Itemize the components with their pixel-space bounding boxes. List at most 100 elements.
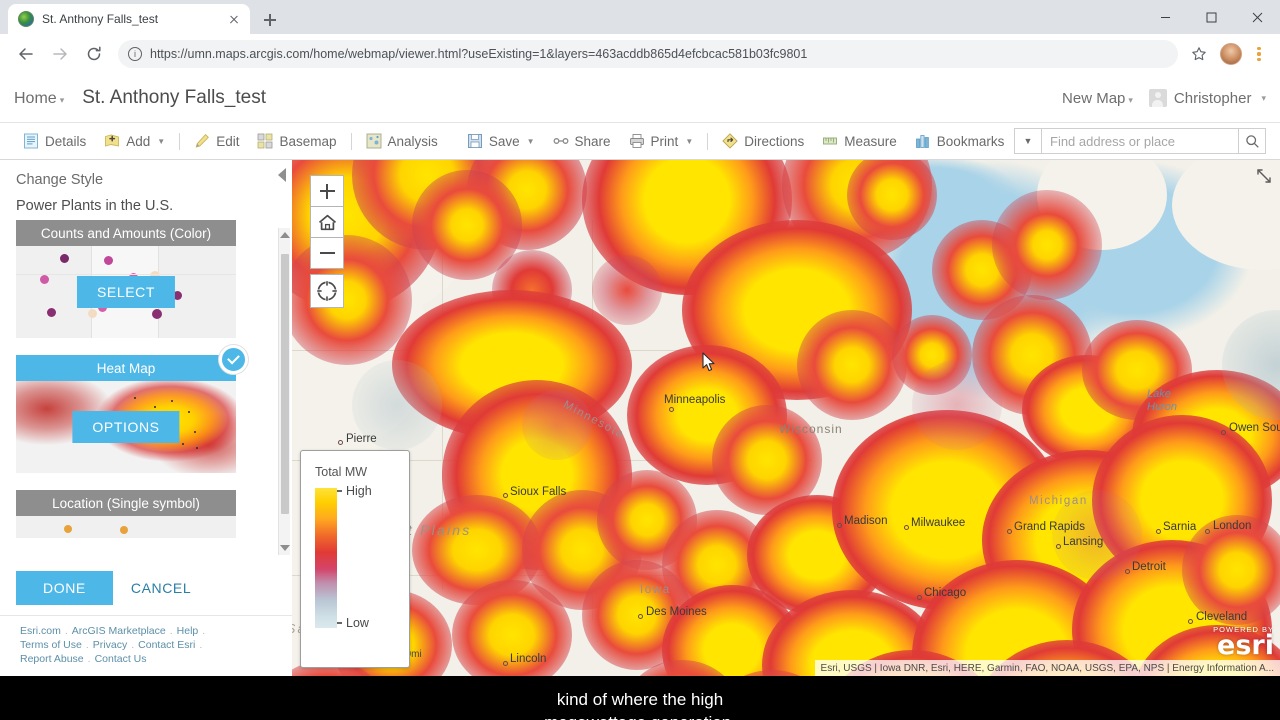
toolbar-item-analysis[interactable]: Analysis: [357, 126, 447, 156]
measure-icon: [823, 137, 838, 145]
home-menu[interactable]: Home ▾: [14, 90, 64, 108]
panel-footer: Esri.com. ArcGIS Marketplace. Help. Terms …: [0, 615, 292, 676]
toolbar-item-bookmarks[interactable]: Bookmarks: [906, 126, 1014, 156]
panel-actions: DONE CANCEL: [0, 563, 292, 615]
edit-pencil-icon: [195, 133, 210, 148]
city-marker: [669, 407, 674, 412]
toolbar-item-measure[interactable]: Measure: [813, 126, 906, 156]
locate-icon: [317, 281, 337, 301]
window-controls: [1142, 0, 1280, 34]
browser-chrome: St. Anthony Falls_test i https://umn.map…: [0, 0, 1280, 74]
chevron-down-icon: ▼: [157, 136, 166, 146]
city-marker: [1007, 529, 1012, 534]
minimize-icon[interactable]: [1142, 0, 1188, 34]
toolbar-item-add[interactable]: Add ▼: [95, 126, 174, 156]
style-option-heat-map[interactable]: Heat Map OPTIONS: [16, 345, 248, 473]
tab-strip: St. Anthony Falls_test: [0, 0, 1280, 34]
style-option-counts-and-amounts[interactable]: Counts and Amounts (Color) SELECT: [16, 220, 236, 338]
home-button[interactable]: [310, 206, 344, 238]
style-option-label: Location (Single symbol): [16, 490, 236, 516]
address-bar[interactable]: i https://umn.maps.arcgis.com/home/webma…: [118, 40, 1178, 68]
bookmark-star-icon[interactable]: [1186, 41, 1212, 67]
toolbar-item-label: Directions: [744, 133, 805, 149]
footer-link-contact-esri[interactable]: Contact Esri: [138, 639, 195, 651]
reload-button[interactable]: [78, 38, 110, 70]
toolbar-item-edit[interactable]: Edit: [185, 126, 248, 156]
window-close-icon[interactable]: [1234, 0, 1280, 34]
toolbar-item-basemap[interactable]: Basemap: [248, 126, 345, 156]
toolbar-item-print[interactable]: Print ▼: [620, 126, 703, 156]
search-icon[interactable]: [1238, 128, 1266, 154]
heat-map-options-button[interactable]: OPTIONS: [72, 411, 180, 443]
scrollbar-thumb[interactable]: [281, 254, 289, 514]
new-map-menu[interactable]: New Map ▾: [1062, 90, 1133, 107]
scroll-up-icon[interactable]: [280, 232, 290, 238]
thumb-dot: [120, 526, 128, 534]
footer-link-contact-us[interactable]: Contact Us: [95, 653, 147, 665]
map-toolbar: Details Add ▼ Edit Basemap Analysis Save…: [0, 122, 1280, 160]
style-option-thumbnail: SELECT: [16, 246, 236, 338]
browser-menu-icon[interactable]: [1248, 41, 1270, 67]
legend-color-ramp: [315, 488, 337, 628]
footer-link-esri-com[interactable]: Esri.com: [20, 625, 61, 637]
map-canvas[interactable]: Great Plains Sand Hills Minnesota Wiscon…: [292, 160, 1280, 676]
user-menu[interactable]: Christopher ▾: [1148, 89, 1266, 107]
scroll-down-icon[interactable]: [280, 545, 290, 551]
city-marker: [1156, 529, 1161, 534]
select-style-button[interactable]: SELECT: [76, 276, 176, 308]
map-legend: Total MW High Low: [300, 450, 410, 668]
browser-profile-avatar[interactable]: [1220, 43, 1242, 65]
search-input[interactable]: [1042, 128, 1238, 154]
app-header: Home ▾ St. Anthony Falls_test New Map ▾ Ch…: [0, 74, 1280, 122]
panel-scrollbar[interactable]: [278, 228, 290, 555]
style-option-location-single-symbol[interactable]: Location (Single symbol): [16, 490, 236, 538]
search-source-dropdown[interactable]: ▼: [1014, 128, 1042, 154]
toolbar-divider: [707, 132, 709, 150]
legend-tick-mark: [337, 622, 342, 624]
toolbar-item-details[interactable]: Details: [14, 126, 95, 156]
thumb-dot: [40, 275, 49, 284]
cancel-button[interactable]: CANCEL: [131, 580, 191, 596]
esri-logo: POWERED BY esri: [1213, 625, 1274, 659]
footer-link-terms-of-use[interactable]: Terms of Use: [20, 639, 82, 651]
forward-button[interactable]: [44, 38, 76, 70]
collapse-left-icon[interactable]: [278, 168, 286, 182]
city-marker: [1221, 430, 1226, 435]
toolbar-item-share[interactable]: Share: [544, 126, 620, 156]
toolbar-item-label: Share: [574, 133, 611, 149]
close-icon[interactable]: [226, 11, 242, 27]
zoom-out-button[interactable]: [310, 237, 344, 269]
footer-link-help[interactable]: Help: [177, 625, 199, 637]
avatar: [1148, 89, 1167, 107]
toolbar-item-directions[interactable]: Directions: [713, 126, 813, 156]
back-button[interactable]: [10, 38, 42, 70]
city-marker: [1056, 544, 1061, 549]
site-info-icon[interactable]: i: [128, 47, 142, 61]
maximize-icon[interactable]: [1188, 0, 1234, 34]
page-title: St. Anthony Falls_test: [82, 87, 266, 108]
done-button[interactable]: DONE: [16, 571, 113, 605]
browser-tab[interactable]: St. Anthony Falls_test: [8, 4, 250, 34]
heat-map-layer: [292, 160, 1280, 676]
footer-separator: .: [87, 653, 91, 665]
new-tab-button[interactable]: [256, 6, 284, 34]
chevron-down-icon: ▼: [526, 136, 535, 146]
minus-icon: [319, 246, 335, 261]
locate-button[interactable]: [310, 274, 344, 308]
toolbar-item-label: Basemap: [279, 133, 337, 149]
toolbar-item-label: Print: [650, 133, 679, 149]
toolbar-item-save[interactable]: Save ▼: [458, 126, 544, 156]
footer-link-arcgis-marketplace[interactable]: ArcGIS Marketplace: [72, 625, 166, 637]
footer-link-report-abuse[interactable]: Report Abuse: [20, 653, 84, 665]
footer-links: Esri.com. ArcGIS Marketplace. Help. Terms …: [20, 624, 276, 666]
layer-name: Power Plants in the U.S.: [16, 198, 174, 214]
footer-separator: .: [131, 639, 135, 651]
footer-link-privacy[interactable]: Privacy: [93, 639, 127, 651]
url-text: https://umn.maps.arcgis.com/home/webmap/…: [150, 47, 808, 61]
toolbar-item-label: Add: [126, 133, 151, 149]
thumb-dot: [64, 525, 72, 533]
expand-map-icon[interactable]: [1256, 168, 1272, 184]
zoom-in-button[interactable]: [310, 175, 344, 207]
toolbar-divider: [350, 132, 352, 150]
toolbar-item-label: Measure: [844, 133, 897, 149]
